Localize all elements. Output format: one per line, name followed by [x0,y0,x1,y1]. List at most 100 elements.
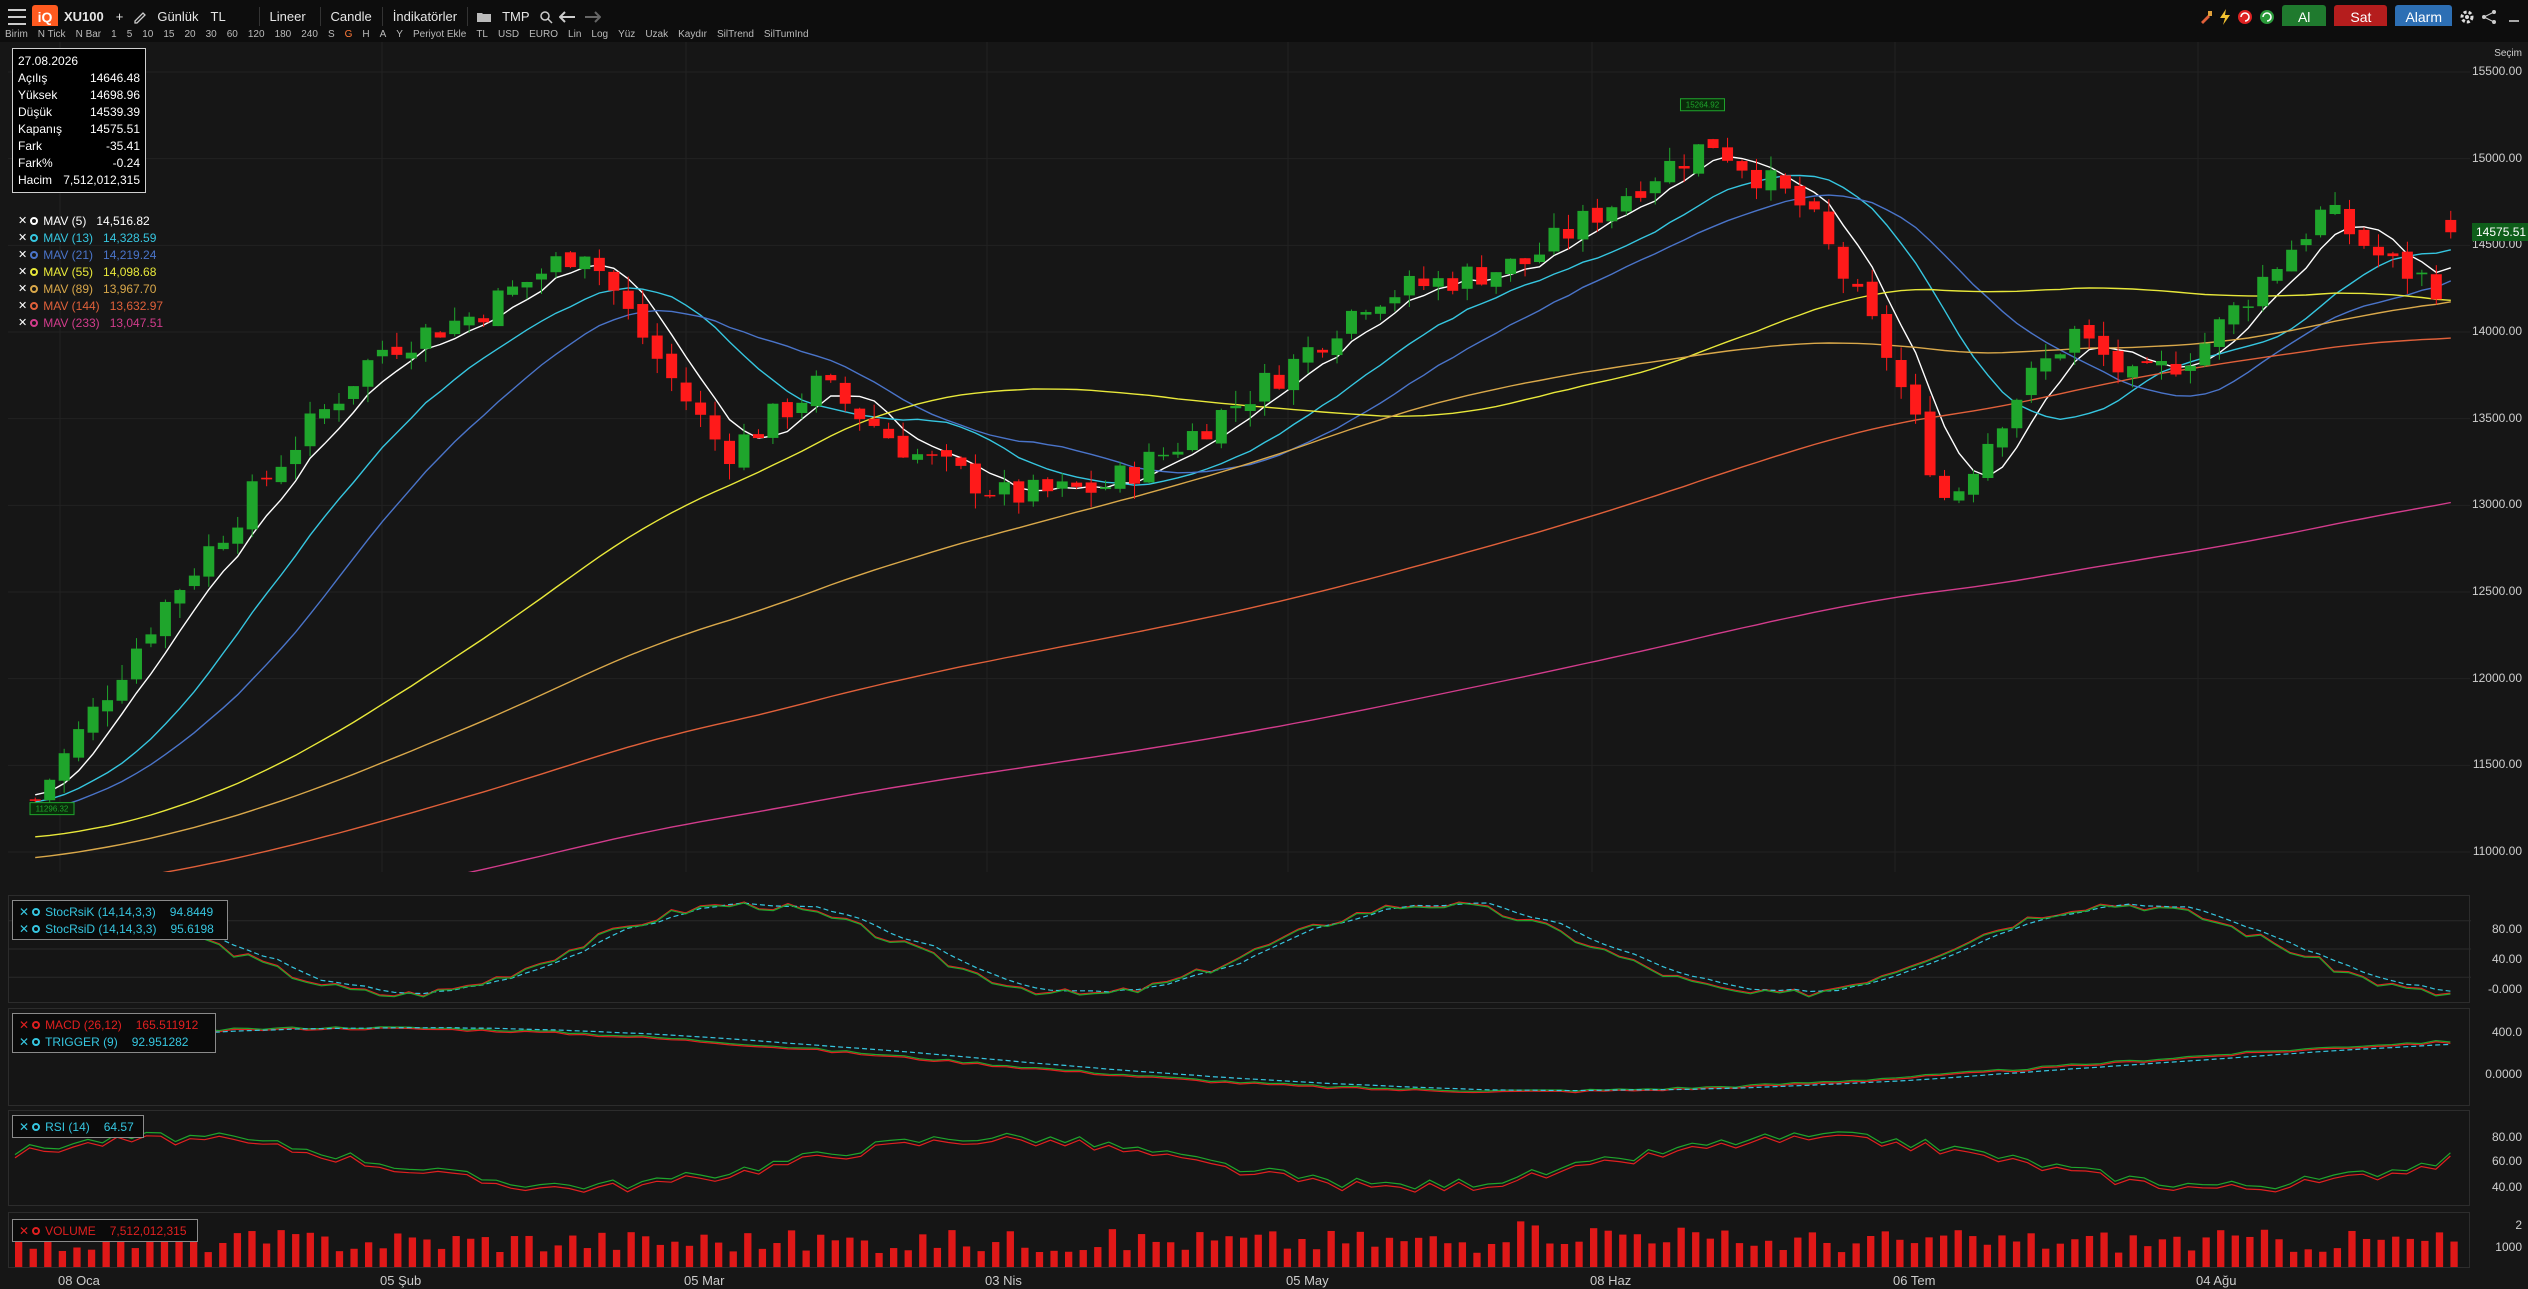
interval-item[interactable]: 120 [243,29,270,40]
interval-item[interactable]: Lin [563,29,586,40]
volume-panel[interactable] [8,1212,2470,1268]
volume-bar [1940,1235,1948,1267]
remove-icon[interactable]: ✕ [19,1120,29,1134]
candle-body [102,700,114,712]
indicator-line [14,901,2451,995]
rsi-panel[interactable] [8,1110,2470,1206]
candle-body [1461,266,1473,289]
interval-item[interactable]: Y [391,29,408,40]
volume-bar [1677,1227,1685,1267]
interval-item[interactable]: 60 [222,29,243,40]
date-axis[interactable]: 08 Oca 05 Şub 05 Mar 03 Nis 05 May 08 Haz 06 T… [0,1270,2470,1289]
interval-item[interactable]: A [375,29,392,40]
remove-icon[interactable]: ✕ [19,905,29,919]
interval-item[interactable]: S [323,29,340,40]
candle-body [1157,454,1169,457]
candle-body [608,271,620,291]
remove-icon[interactable]: ✕ [19,922,29,936]
remove-icon[interactable]: ✕ [19,1224,29,1238]
interval-item[interactable]: TL [471,29,493,40]
candle-body [593,257,605,272]
toggle-icon[interactable] [30,318,39,327]
buy-button[interactable]: Al [2281,4,2327,29]
interval-item[interactable]: 240 [296,29,323,40]
indicator-line [14,1026,2451,1092]
volume-bar [1823,1242,1831,1267]
toggle-icon[interactable] [32,1226,41,1235]
candle-body [1794,185,1806,206]
candle-body [579,256,591,270]
remove-icon[interactable]: ✕ [18,214,27,227]
remove-icon[interactable]: ✕ [19,1035,29,1049]
interval-item[interactable]: G [340,29,358,40]
candle-body [1722,147,1734,161]
volume-bar [1662,1242,1671,1267]
interval-item[interactable]: Kaydır [673,29,712,40]
interval-item[interactable]: 10 [137,29,158,40]
interval-item[interactable]: 1 [106,29,122,40]
interval-item[interactable]: Uzak [640,29,673,40]
remove-icon[interactable]: ✕ [18,299,27,312]
candle-body [709,415,721,440]
info-label: Yüksek [18,87,58,102]
price-chart[interactable]: 15264.92 11296.32 [8,42,2470,945]
interval-item[interactable]: N Tick [33,29,71,40]
macd-panel[interactable] [8,1008,2470,1106]
interval-item[interactable]: Periyot Ekle [408,29,471,40]
mav-legend-item: ✕ MAV (5) 14,516.82 [18,212,163,229]
remove-icon[interactable]: ✕ [18,316,27,329]
toggle-icon[interactable] [32,1122,41,1131]
toggle-icon[interactable] [30,267,39,276]
volume-bar [2319,1251,2327,1267]
sell-button[interactable]: Sat [2334,4,2388,29]
stoch-rsi-chart[interactable] [9,896,2471,1002]
remove-icon[interactable]: ✕ [18,248,27,261]
interval-item[interactable]: Yüz [613,29,640,40]
toggle-icon[interactable] [30,250,39,259]
toggle-icon[interactable] [32,1020,41,1029]
interval-item[interactable]: SilTumInd [759,29,814,40]
info-row: Kapanış 14575.51 [18,120,140,137]
stoch-rsi-panel[interactable] [8,895,2471,1003]
interval-item[interactable]: 30 [201,29,222,40]
app-logo: iQ [32,4,58,29]
mav-value: 13,632.97 [109,298,164,313]
interval-item[interactable]: 5 [122,29,138,40]
interval-item[interactable]: 15 [158,29,179,40]
interval-item[interactable]: EURO [524,29,563,40]
alarm-button[interactable]: Alarm [2395,4,2452,29]
price-chart-panel[interactable]: 15264.92 11296.32 [8,42,2470,945]
price-axis[interactable]: 15500.00 15000.00 14500.00 14000.00 13500.00… [2472,42,2528,872]
remove-icon[interactable]: ✕ [19,1018,29,1032]
candle-body [1201,431,1213,440]
macd-chart[interactable] [9,1009,2471,1105]
interval-item[interactable]: Log [586,29,613,40]
volume-chart[interactable] [9,1213,2471,1267]
volume-bar [525,1235,533,1267]
interval-item[interactable]: 180 [270,29,297,40]
candle-body [1345,310,1357,334]
toggle-icon[interactable] [30,233,39,242]
remove-icon[interactable]: ✕ [18,231,27,244]
interval-item[interactable]: H [357,29,374,40]
candle-body [2083,325,2095,339]
interval-item[interactable]: 20 [180,29,201,40]
toggle-icon[interactable] [32,907,41,916]
interval-item[interactable]: Birim [0,29,33,40]
interval-item[interactable]: SilTrend [712,29,759,40]
interval-item[interactable]: USD [493,29,524,40]
interval-item[interactable]: N Bar [71,29,107,40]
toggle-icon[interactable] [32,1037,41,1046]
menu-icon[interactable] [8,8,26,25]
rsi-chart[interactable] [9,1111,2471,1205]
remove-icon[interactable]: ✕ [18,282,27,295]
toggle-icon[interactable] [30,216,39,225]
low-marker: 11296.32 [29,802,75,816]
candle-body [44,779,56,801]
toggle-icon[interactable] [32,924,41,933]
mav-legend: ✕ MAV (5) 14,516.82 ✕ MAV (13) 14,328.59 ✕ MAV … [18,212,163,331]
toggle-icon[interactable] [30,284,39,293]
toggle-icon[interactable] [30,301,39,310]
remove-icon[interactable]: ✕ [18,265,27,278]
date-tick: 04 Ağu [2196,1273,2237,1288]
